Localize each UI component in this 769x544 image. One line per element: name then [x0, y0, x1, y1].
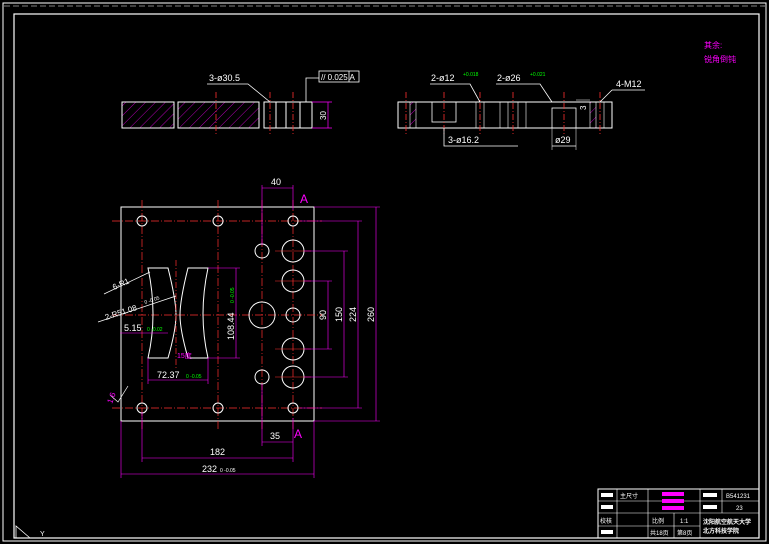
tb-org-line2: 北方科技学院: [703, 527, 739, 535]
curved-cutout: [147, 267, 177, 359]
plate-outline: [120, 206, 315, 422]
ucs-icon: Y: [15, 525, 45, 539]
thread-callout: 4-M12: [616, 79, 642, 89]
section-a-top: A: [300, 192, 308, 206]
title-magenta-3: [662, 506, 684, 510]
roughness-value: 1.6: [105, 391, 117, 405]
tb-scale-label: 比例: [652, 517, 664, 525]
title-block: 主尺寸 B541231 23 校核 比例 1:1 共18页 第8页 沈阳航空航天…: [597, 488, 760, 539]
dim-108-44: 108.44: [226, 312, 236, 340]
top-view-left: 3-ø30.5 // 0.025 A 30: [121, 70, 360, 134]
hole-b-tol: +0.021: [530, 72, 546, 78]
svg-text:Y: Y: [40, 531, 45, 538]
counterbore-callout: 3-ø16.2: [448, 135, 479, 145]
hole-a-tol: +0.018: [463, 72, 479, 78]
section-body-3: [263, 101, 313, 129]
dim-260: 260: [366, 307, 376, 322]
radius-2-r51-tol: 0 -0.05: [144, 295, 161, 306]
plan-view: A A 40 35 182 232 0 -0.05 260 224 150 90…: [97, 177, 380, 478]
cad-drawing-canvas: 其余: 锐角倒钝 3-ø30.5 // 0.025 A 30 2-ø12 +0.…: [2, 2, 767, 542]
note-line2: 锐角倒钝: [704, 54, 736, 64]
angle-15: 15度: [177, 351, 192, 360]
dim-72-37-tol: 0 -0.05: [186, 374, 202, 380]
tb-row3-left: 校核: [600, 517, 612, 525]
dim-182: 182: [210, 447, 225, 457]
outer-frame: [2, 2, 767, 542]
dim-108-44-tol: 0 -0.05: [230, 287, 236, 303]
dim-72-37: 72.37: [157, 370, 180, 380]
depth-3: 3: [579, 105, 588, 110]
tb-scale-value: 1:1: [680, 519, 689, 525]
tb-row1-right: B541231: [726, 494, 751, 500]
hole-callout-3x30-5: 3-ø30.5: [209, 73, 240, 83]
top-view-right: 2-ø12 +0.018 2-ø26 +0.021 4-M12 3-ø16.2 …: [397, 72, 645, 150]
dim-150: 150: [334, 307, 344, 322]
dim-35: 35: [270, 431, 280, 441]
hole-b-callout: 2-ø26: [497, 73, 521, 83]
dia-29: ø29: [555, 135, 571, 145]
title-magenta-1: [662, 492, 684, 496]
tb-row1-left: 主尺寸: [620, 492, 638, 500]
dim-5-15-tol: 0 -0.02: [147, 327, 163, 333]
section-body-2: [177, 101, 260, 129]
note-line1: 其余:: [704, 40, 722, 50]
inner-frame: [13, 13, 760, 539]
dim-224: 224: [348, 307, 358, 322]
tb-sheet-total: 共18页: [650, 529, 669, 537]
hole-a-callout: 2-ø12: [431, 73, 455, 83]
section-body-1: [121, 101, 175, 129]
section-a-bottom: A: [294, 427, 302, 441]
dim-40: 40: [271, 177, 281, 187]
title-magenta-2: [662, 499, 684, 503]
dim-90: 90: [318, 310, 328, 320]
tb-sheet-num: 第8页: [677, 529, 692, 537]
tb-org-line1: 沈阳航空航天大学: [703, 518, 751, 526]
dim-232-tol: 0 -0.05: [220, 468, 236, 474]
dim-232: 232: [202, 464, 217, 474]
tolerance-text: // 0.025 A: [321, 73, 355, 82]
dim-5-15: 5.15: [124, 323, 142, 333]
tb-row2-right: 23: [736, 506, 743, 512]
thickness-dim: 30: [319, 111, 328, 120]
